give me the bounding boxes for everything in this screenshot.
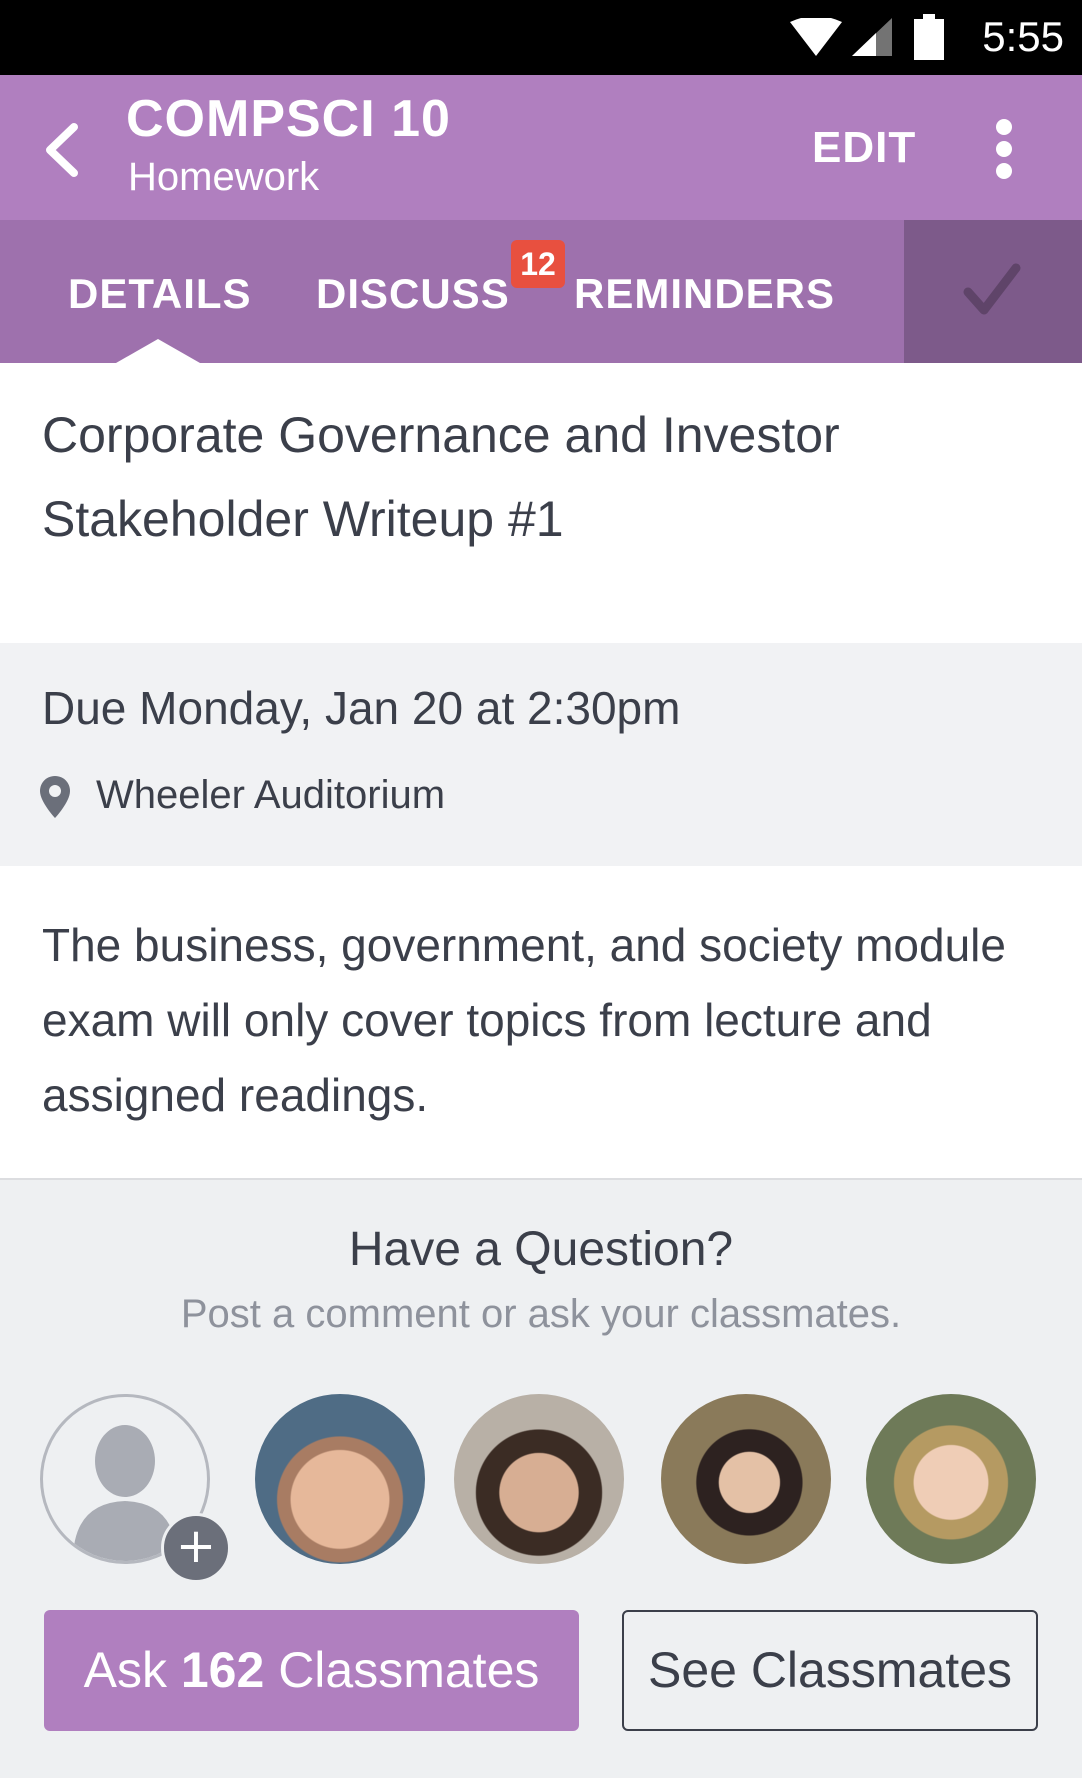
tab-details[interactable]: DETAILS: [68, 270, 252, 318]
ask-suffix: Classmates: [278, 1642, 540, 1698]
tab-bar: DETAILS DISCUSS 12 REMINDERS: [0, 220, 1082, 363]
assignment-title: Corporate Governance and Investor Stakeh…: [42, 407, 840, 547]
tab-discuss[interactable]: DISCUSS: [316, 270, 510, 318]
map-pin-icon: [40, 776, 70, 818]
discuss-count-badge: 12: [511, 240, 565, 288]
more-vertical-icon[interactable]: [984, 115, 1024, 185]
due-section: Due Monday, Jan 20 at 2:30pm Wheeler Aud…: [0, 643, 1082, 866]
classmate-avatar[interactable]: [255, 1394, 425, 1564]
edit-button[interactable]: EDIT: [812, 123, 916, 173]
ask-prefix: Ask: [83, 1642, 167, 1698]
app-bar: COMPSCI 10 Homework EDIT: [0, 75, 1082, 220]
chevron-left-icon[interactable]: [40, 123, 86, 177]
classmate-avatar[interactable]: [661, 1394, 831, 1564]
mark-complete-button[interactable]: [904, 220, 1082, 363]
assignment-title-section: Corporate Governance and Investor Stakeh…: [0, 363, 1082, 643]
checkmark-icon: [963, 263, 1021, 315]
status-bar: 5:55: [0, 0, 1082, 75]
classmate-avatar[interactable]: [454, 1394, 624, 1564]
wifi-icon: [790, 18, 842, 56]
question-title: Have a Question?: [348, 1223, 734, 1276]
classmate-count: 162: [180, 1642, 265, 1698]
see-classmates-button[interactable]: See Classmates: [622, 1610, 1038, 1731]
plus-icon: +: [161, 1513, 231, 1583]
status-time: 5:55: [982, 13, 1064, 60]
course-subtitle: Homework: [128, 155, 320, 199]
battery-icon: [914, 14, 944, 60]
add-classmate-avatar[interactable]: +: [40, 1394, 231, 1583]
description-section: The business, government, and society mo…: [0, 866, 1082, 1180]
due-date: Due Monday, Jan 20 at 2:30pm: [42, 682, 681, 734]
tab-reminders[interactable]: REMINDERS: [574, 270, 835, 318]
question-subtitle: Post a comment or ask your classmates.: [180, 1292, 902, 1336]
signal-icon: [852, 18, 892, 56]
classmate-avatar[interactable]: [866, 1394, 1036, 1564]
active-tab-indicator: [116, 339, 200, 363]
ask-classmates-button[interactable]: Ask 162 Classmates: [44, 1610, 579, 1731]
assignment-description: The business, government, and society mo…: [42, 919, 1006, 1121]
question-section: Have a Question? Post a comment or ask y…: [0, 1180, 1082, 1778]
location-text: Wheeler Auditorium: [96, 773, 446, 817]
course-title: COMPSCI 10: [126, 90, 451, 148]
